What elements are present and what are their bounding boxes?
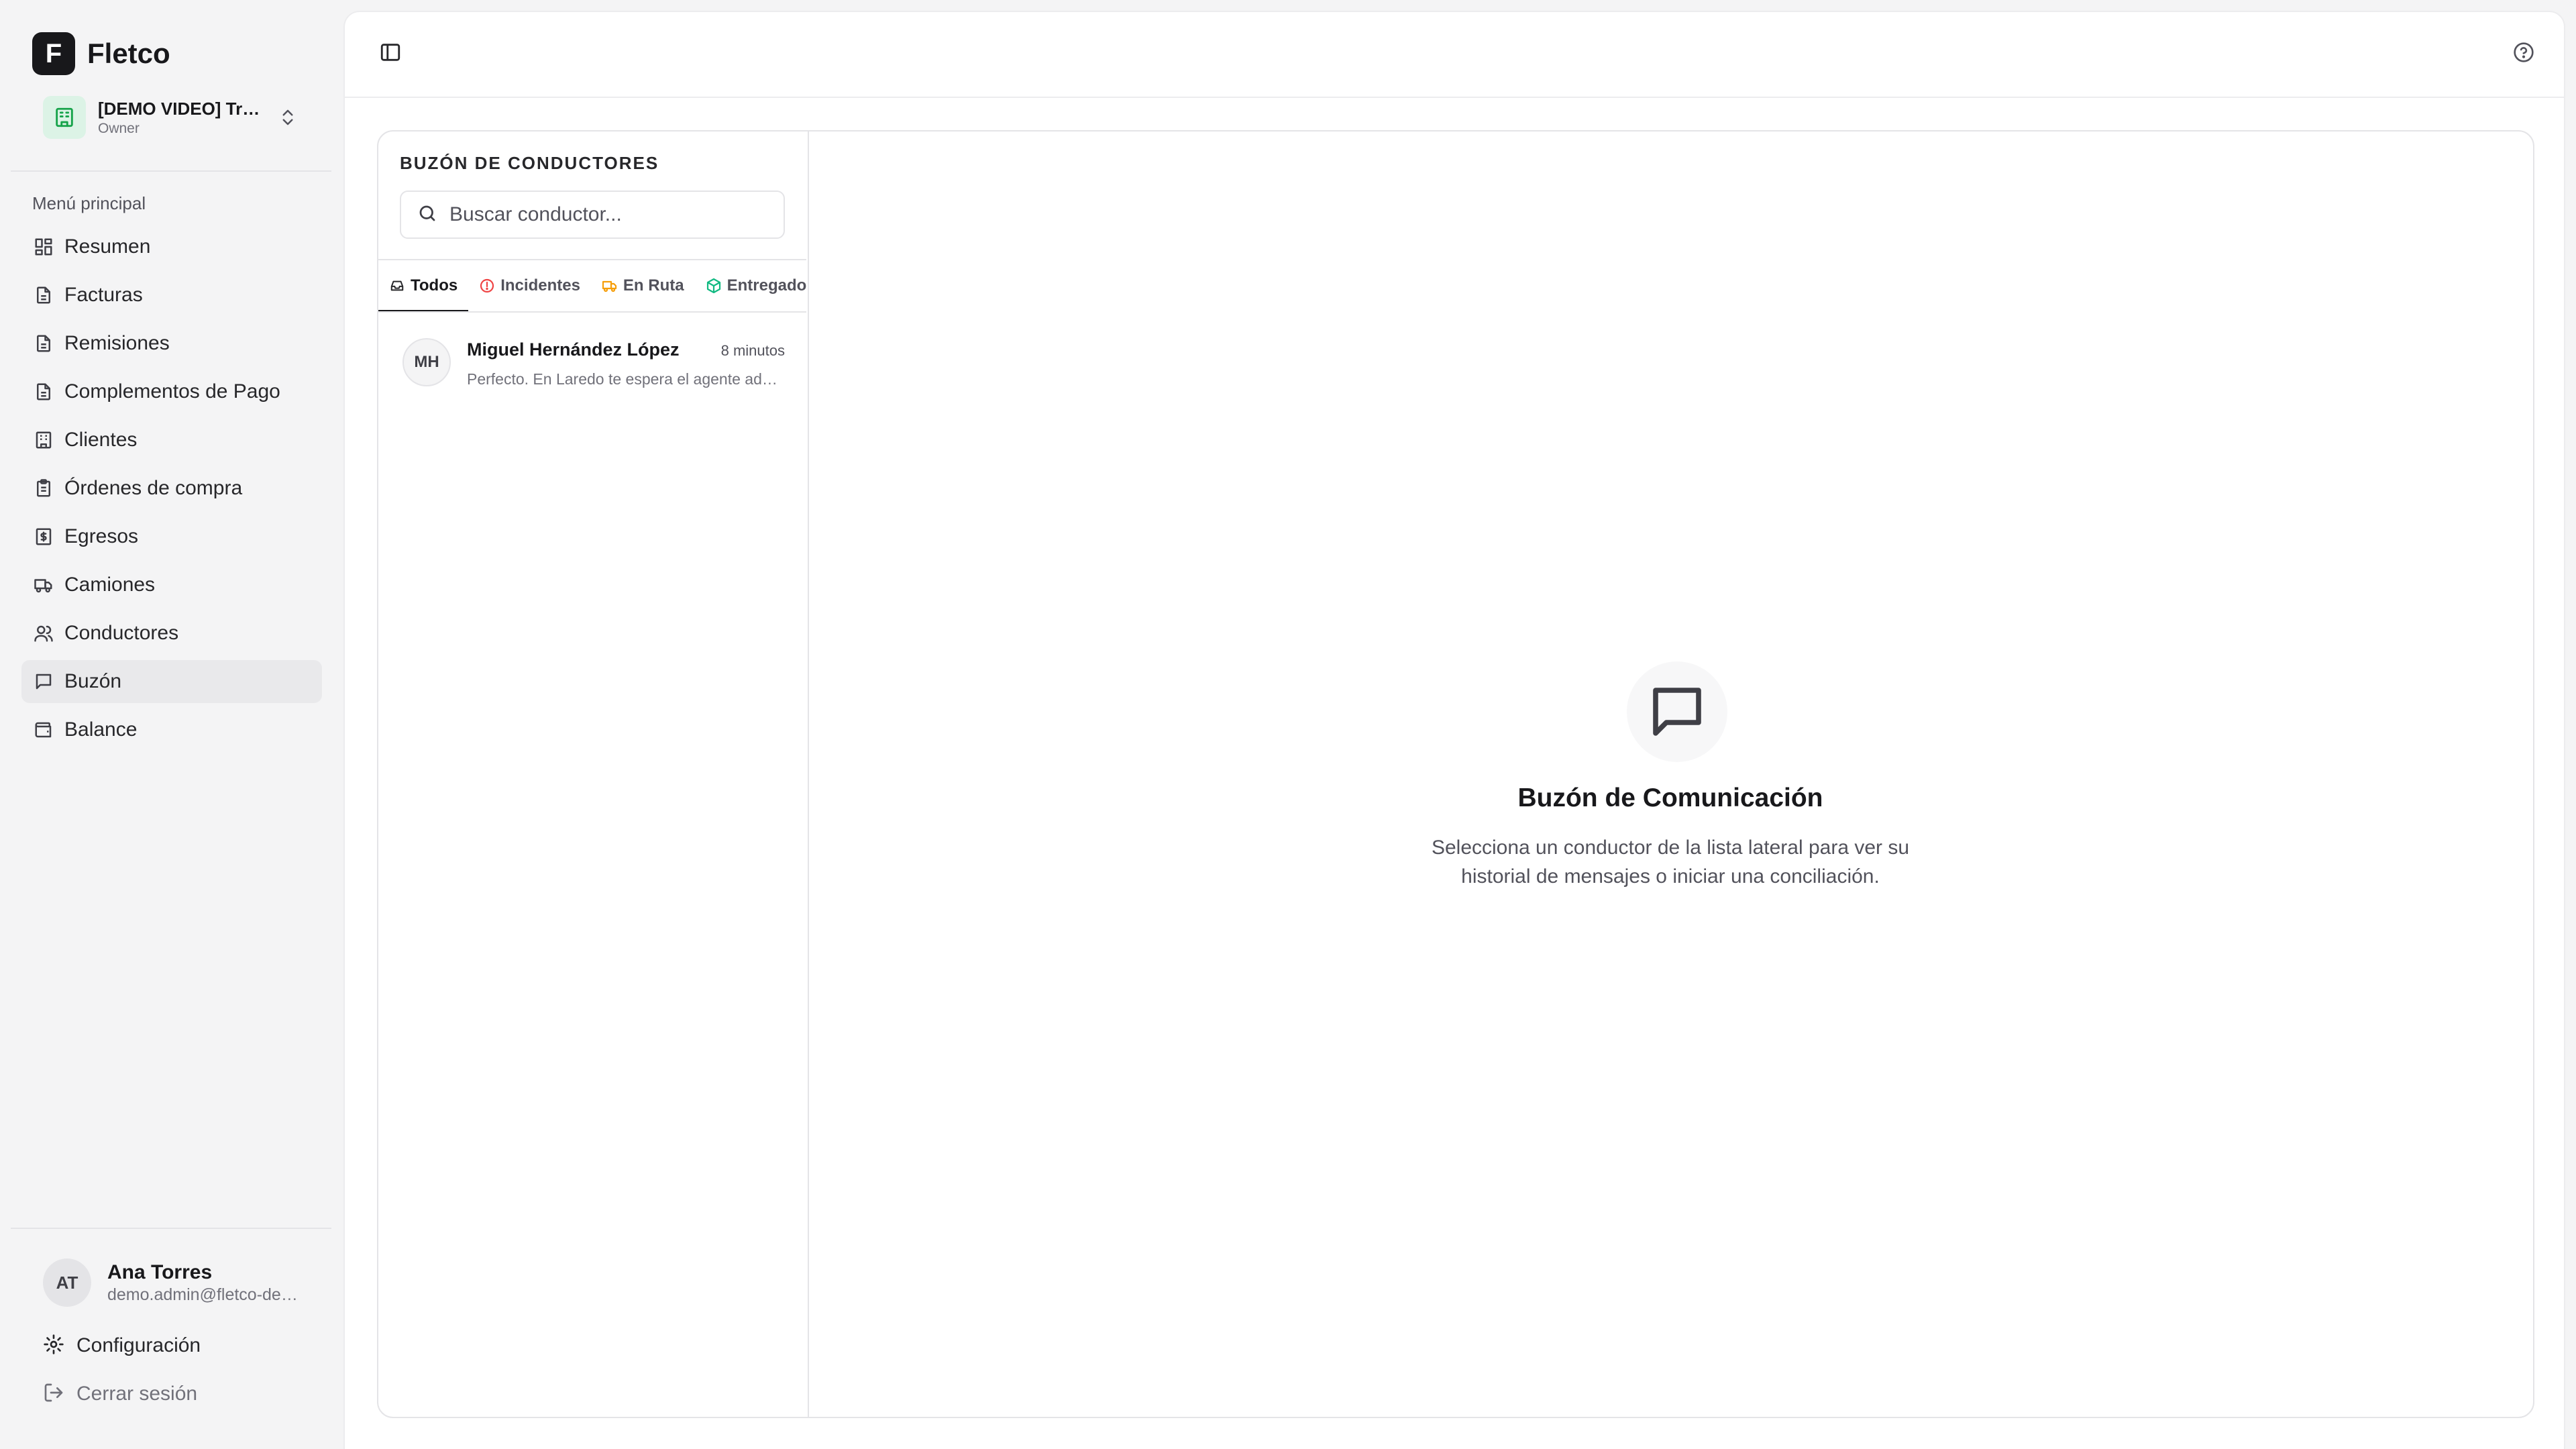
help-button[interactable] — [2502, 32, 2545, 75]
gear-icon — [43, 1334, 64, 1358]
sidebar-item-conductores[interactable]: Conductores — [21, 612, 322, 655]
brand[interactable]: F Fletco — [32, 32, 170, 75]
wallet-icon — [32, 718, 55, 741]
sidebar-item-camiones[interactable]: Camiones — [21, 564, 322, 606]
empty-state: Buzón de Comunicación Selecciona un cond… — [808, 131, 2533, 1417]
conversation-name: Miguel Hernández López — [467, 339, 680, 360]
chevrons-up-down-icon — [278, 107, 298, 127]
sidebar-item-ordenes[interactable]: Órdenes de compra — [21, 467, 322, 510]
sidebar-divider — [11, 1228, 331, 1229]
sidebar-toggle-button[interactable] — [364, 32, 417, 75]
tab-todos[interactable]: Todos — [378, 260, 469, 311]
sidebar-item-label: Complementos de Pago — [64, 380, 280, 402]
inbox-panel: BUZÓN DE CONDUCTORES Todos — [378, 131, 809, 1417]
document-icon — [32, 380, 55, 403]
conversation-preview: Perfecto. En Laredo te espera el agente … — [467, 370, 785, 388]
logout-icon — [43, 1382, 64, 1407]
panel-left-icon — [379, 41, 402, 67]
sidebar-item-label: Buzón — [64, 670, 122, 692]
main-panel: BUZÓN DE CONDUCTORES Todos — [343, 11, 2565, 1449]
logout-link[interactable]: Cerrar sesión — [43, 1374, 197, 1414]
sidebar-item-buzon[interactable]: Buzón — [21, 660, 322, 703]
sidebar-item-complementos[interactable]: Complementos de Pago — [21, 370, 322, 413]
org-name: [DEMO VIDEO] Transportes — [98, 98, 266, 119]
org-role: Owner — [98, 120, 140, 136]
search-input[interactable] — [448, 203, 773, 227]
inbox-card: BUZÓN DE CONDUCTORES Todos — [377, 130, 2534, 1418]
tab-entregados[interactable]: Entregados — [695, 260, 806, 311]
sidebar-item-label: Balance — [64, 718, 138, 741]
empty-state-description: Selecciona un conductor de la lista late… — [1431, 837, 1910, 888]
brand-name: Fletco — [87, 38, 170, 69]
tab-en-ruta[interactable]: En Ruta — [591, 260, 695, 311]
sidebar-item-label: Resumen — [64, 235, 151, 258]
truck-icon — [602, 278, 618, 294]
tab-incidentes[interactable]: Incidentes — [468, 260, 591, 311]
top-bar — [345, 12, 2564, 98]
search-icon — [417, 203, 437, 227]
sidebar-divider — [11, 170, 331, 172]
sidebar-item-clientes[interactable]: Clientes — [21, 419, 322, 462]
user-email: demo.admin@fletco-demo.com — [107, 1285, 302, 1304]
tab-label: Todos — [411, 276, 458, 294]
inbox-title: BUZÓN DE CONDUCTORES — [400, 153, 659, 173]
settings-link[interactable]: Configuración — [43, 1326, 201, 1366]
alert-circle-icon — [479, 278, 495, 294]
filter-tabs: Todos Incidentes En Ruta Entregado — [378, 259, 806, 313]
empty-state-title: Buzón de Comunicación — [1517, 784, 1823, 812]
help-circle-icon — [2513, 42, 2534, 66]
tab-label: Entregados — [727, 276, 806, 294]
menu-section-label: Menú principal — [32, 193, 146, 213]
tab-label: En Ruta — [623, 276, 684, 294]
sidebar-item-label: Órdenes de compra — [64, 477, 243, 499]
building-icon — [43, 96, 86, 139]
avatar: AT — [43, 1258, 91, 1307]
settings-label: Configuración — [76, 1334, 201, 1356]
sidebar-item-label: Egresos — [64, 525, 139, 547]
avatar: MH — [402, 338, 451, 386]
sidebar-item-label: Clientes — [64, 429, 138, 451]
tab-label: Incidentes — [500, 276, 580, 294]
app-root: F Fletco [DEMO VIDEO] Transportes Owner … — [0, 0, 2576, 1449]
document-icon — [32, 332, 55, 355]
brand-logo: F — [32, 32, 75, 75]
receipt-dollar-icon — [32, 525, 55, 548]
sidebar-item-label: Remisiones — [64, 332, 170, 354]
org-switcher[interactable]: [DEMO VIDEO] Transportes Owner — [32, 91, 307, 144]
sidebar-item-label: Facturas — [64, 284, 143, 306]
sidebar-item-remisiones[interactable]: Remisiones — [21, 322, 322, 365]
conversation-time: 8 minutos — [720, 342, 785, 359]
building-icon — [32, 429, 55, 451]
sidebar-item-balance[interactable]: Balance — [21, 708, 322, 751]
sidebar-item-egresos[interactable]: Egresos — [21, 515, 322, 558]
message-square-icon — [1627, 661, 1727, 762]
user-profile[interactable]: AT Ana Torres demo.admin@fletco-demo.com — [43, 1258, 311, 1307]
conversation-item[interactable]: MH Miguel Hernández López 8 minutos Perf… — [378, 326, 806, 407]
sidebar-item-resumen[interactable]: Resumen — [21, 225, 322, 268]
users-icon — [32, 622, 55, 645]
main-menu: Resumen Facturas Remisiones Complementos… — [21, 225, 322, 757]
user-name: Ana Torres — [107, 1260, 213, 1283]
logout-label: Cerrar sesión — [76, 1383, 198, 1405]
sidebar-item-facturas[interactable]: Facturas — [21, 274, 322, 317]
sidebar: F Fletco [DEMO VIDEO] Transportes Owner … — [0, 0, 342, 1449]
dashboard-icon — [32, 235, 55, 258]
sidebar-item-label: Conductores — [64, 622, 179, 644]
search-box[interactable] — [400, 191, 785, 239]
document-icon — [32, 284, 55, 307]
package-icon — [706, 278, 722, 294]
inbox-icon — [389, 278, 405, 294]
clipboard-icon — [32, 477, 55, 500]
sidebar-item-label: Camiones — [64, 574, 156, 596]
truck-icon — [32, 574, 55, 596]
message-icon — [32, 670, 55, 693]
